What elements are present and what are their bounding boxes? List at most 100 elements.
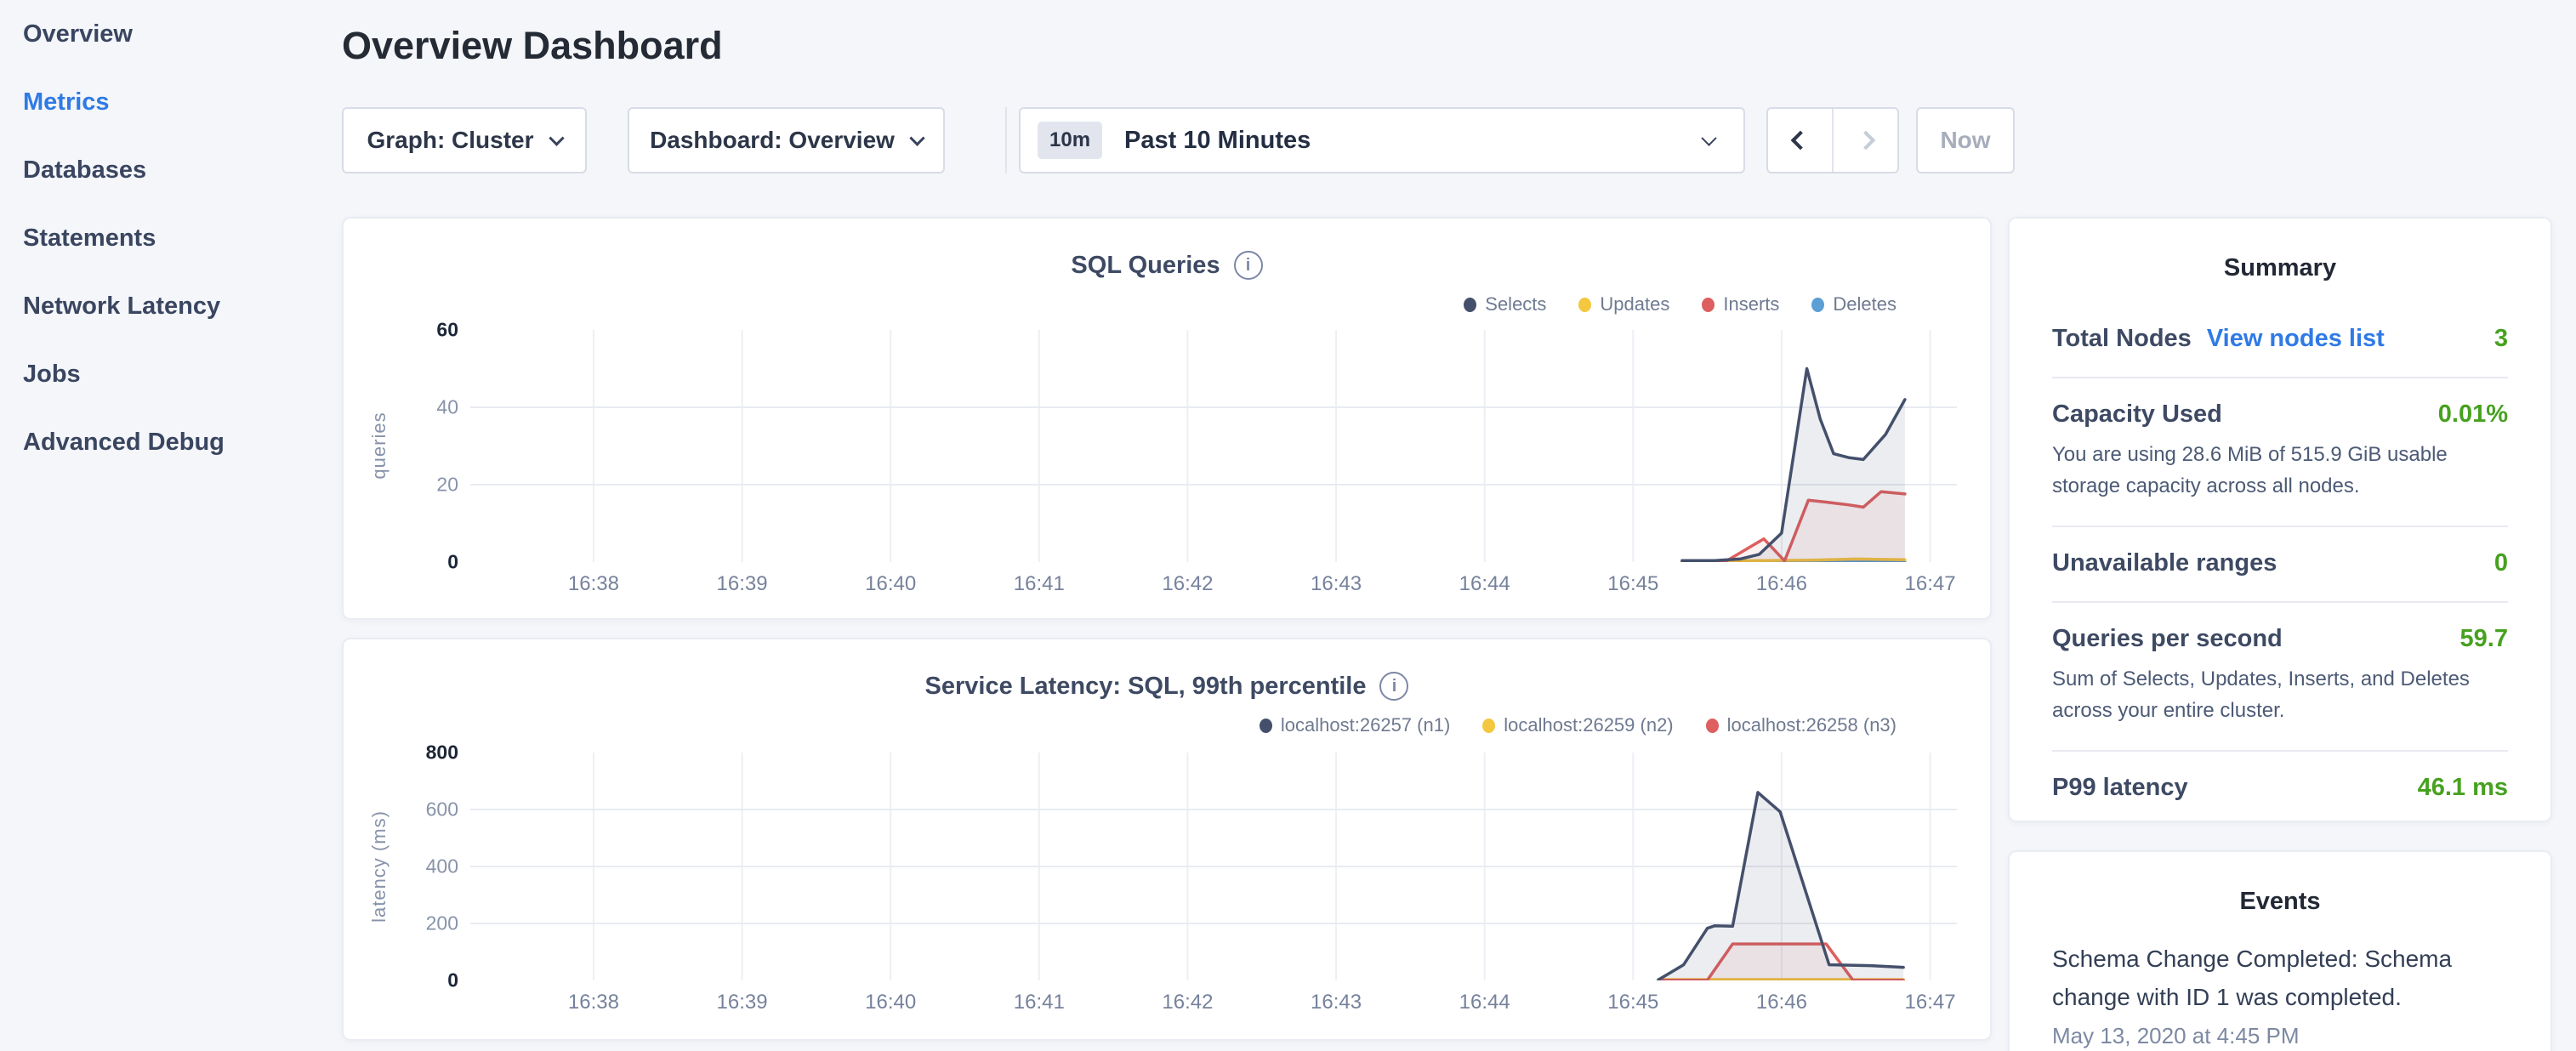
summary-rows: Total Nodes View nodes list 3 Capacity Used… — [2010, 282, 2550, 826]
sidebar-item-advanced-debug[interactable]: Advanced Debug — [0, 408, 340, 476]
chart-title: SQL Queries — [1071, 252, 1220, 280]
summary-title: Summary — [2010, 219, 2550, 282]
summary-row-p99-latency: P99 latency46.1 ms — [2052, 750, 2508, 826]
y-axis-tick: 400 — [344, 855, 458, 878]
x-axis-tick: 16:41 — [1014, 991, 1065, 1014]
legend-dot-icon — [1482, 719, 1495, 733]
legend-dot-icon — [1706, 719, 1719, 733]
events-title: Events — [2010, 852, 2550, 916]
chevron-right-icon — [1856, 131, 1875, 151]
time-range-dropdown[interactable]: 10m Past 10 Minutes — [1019, 107, 1745, 173]
event-text: Schema Change Completed: Schema change w… — [2052, 940, 2508, 1016]
now-button[interactable]: Now — [1916, 107, 2015, 173]
graph-dropdown-label: Graph: Cluster — [367, 127, 533, 154]
x-axis-tick: 16:38 — [568, 572, 619, 596]
x-axis-tick: 16:39 — [717, 991, 768, 1014]
plot-area[interactable] — [470, 330, 1957, 562]
y-axis-ticks: 0204060 — [344, 330, 458, 562]
x-axis-tick: 16:47 — [1905, 991, 1956, 1014]
x-axis-tick: 16:39 — [717, 572, 768, 596]
sidebar-nav: OverviewMetricsDatabasesStatementsNetwor… — [0, 0, 340, 1051]
summary-row-value: 46.1 ms — [2418, 774, 2508, 802]
x-axis-tick: 16:38 — [568, 991, 619, 1014]
dashboard-dropdown[interactable]: Dashboard: Overview — [628, 107, 945, 173]
y-axis-tick: 20 — [344, 474, 458, 497]
x-axis-tick: 16:46 — [1756, 991, 1807, 1014]
x-axis-tick: 16:41 — [1014, 572, 1065, 596]
legend-dot-icon — [1578, 298, 1591, 312]
x-axis-tick: 16:44 — [1459, 991, 1510, 1014]
summary-row-description: You are using 28.6 MiB of 515.9 GiB usab… — [2052, 439, 2508, 502]
chevron-down-icon — [549, 130, 564, 145]
y-axis-tick: 600 — [344, 798, 458, 821]
sidebar-item-network-latency[interactable]: Network Latency — [0, 272, 340, 340]
sidebar-item-jobs[interactable]: Jobs — [0, 340, 340, 408]
y-axis-tick: 0 — [344, 969, 458, 992]
x-axis-tick: 16:43 — [1311, 991, 1362, 1014]
plot-area[interactable] — [470, 753, 1957, 980]
x-axis-ticks: 16:3816:3916:4016:4116:4216:4316:4416:45… — [470, 991, 1957, 1020]
legend-dot-icon — [1811, 298, 1824, 312]
chart-legend: localhost:26257 (n1) localhost:26259 (n2)… — [1260, 714, 1896, 736]
sidebar-item-metrics[interactable]: Metrics — [0, 68, 340, 136]
legend-dot-icon — [1260, 719, 1272, 733]
x-axis-tick: 16:42 — [1162, 991, 1213, 1014]
sidebar-item-statements[interactable]: Statements — [0, 204, 340, 272]
service-latency-chart-card: Service Latency: SQL, 99th percentile i … — [342, 638, 1992, 1041]
view-nodes-list-link[interactable]: View nodes list — [2207, 325, 2385, 353]
sidebar-item-overview[interactable]: Overview — [0, 0, 340, 68]
graph-dropdown[interactable]: Graph: Cluster — [342, 107, 587, 173]
summary-row-value: 59.7 — [2460, 625, 2508, 653]
x-axis-ticks: 16:38 16:39 16:40 16:41 16:42 16:43 16:44 16:45… — [470, 572, 1957, 601]
dashboard-dropdown-label: Dashboard: Overview — [650, 127, 895, 154]
summary-row-queries-per-second: Queries per second59.7Sum of Selects, Up… — [2052, 601, 2508, 750]
summary-row-label: Queries per second — [2052, 625, 2283, 653]
chart-legend: SelectsUpdatesInsertsDeletes — [1464, 293, 1896, 315]
info-icon[interactable]: i — [1379, 672, 1408, 701]
legend-item-updates: Updates — [1578, 293, 1669, 315]
chart-title-row: Service Latency: SQL, 99th percentile i — [344, 672, 1990, 701]
summary-row-label: Unavailable ranges — [2052, 549, 2277, 577]
summary-row-value: 0 — [2494, 549, 2508, 577]
time-prev-button[interactable] — [1768, 109, 1832, 172]
chevron-down-icon — [1701, 130, 1716, 145]
y-axis-tick: 0 — [344, 551, 458, 574]
y-axis-tick: 200 — [344, 912, 458, 935]
legend-label: Deletes — [1833, 293, 1896, 315]
summary-row-label: Capacity Used — [2052, 401, 2222, 429]
events-list: Schema Change Completed: Schema change w… — [2010, 916, 2550, 1049]
x-axis-tick: 16:42 — [1162, 572, 1213, 596]
y-axis-tick: 800 — [344, 741, 458, 764]
x-axis-tick: 16:45 — [1607, 572, 1658, 596]
time-range-label: Past 10 Minutes — [1124, 127, 1311, 155]
legend-item-localhost-26257-n1: localhost:26257 (n1) — [1260, 714, 1450, 736]
legend-label: Updates — [1600, 293, 1669, 315]
sql-queries-chart-card: SQL Queries i SelectsUpdatesInsertsDelet… — [342, 217, 1992, 620]
summary-row-value: 0.01% — [2438, 401, 2508, 429]
chevron-down-icon — [909, 130, 924, 145]
events-panel: Events Schema Change Completed: Schema c… — [2008, 850, 2552, 1051]
summary-row-label: Total Nodes — [2052, 325, 2192, 353]
chart-title-row: SQL Queries i — [344, 251, 1990, 280]
time-range-badge: 10m — [1038, 122, 1102, 159]
legend-item-deletes: Deletes — [1811, 293, 1896, 315]
legend-label: localhost:26259 (n2) — [1504, 714, 1673, 736]
summary-row-unavailable-ranges: Unavailable ranges 0 — [2052, 526, 2508, 601]
summary-row-total-nodes: Total Nodes View nodes list 3 — [2052, 303, 2508, 377]
x-axis-tick: 16:43 — [1311, 572, 1362, 596]
summary-row-value: 3 — [2494, 325, 2508, 353]
x-axis-tick: 16:44 — [1459, 572, 1510, 596]
legend-item-selects: Selects — [1464, 293, 1546, 315]
x-axis-tick: 16:46 — [1756, 572, 1807, 596]
time-next-button[interactable] — [1832, 109, 1897, 172]
summary-panel: Summary Total Nodes View nodes list 3 Capac… — [2008, 217, 2552, 822]
chevron-left-icon — [1790, 131, 1810, 151]
event-timestamp: May 13, 2020 at 4:45 PM — [2052, 1023, 2508, 1049]
time-step-buttons — [1766, 107, 1899, 173]
legend-item-localhost-26259-n2: localhost:26259 (n2) — [1482, 714, 1673, 736]
admin-ui: OverviewMetricsDatabasesStatementsNetwor… — [0, 0, 2576, 1051]
sidebar-item-databases[interactable]: Databases — [0, 136, 340, 204]
x-axis-tick: 16:40 — [865, 572, 916, 596]
info-icon[interactable]: i — [1234, 251, 1263, 280]
event-item: Schema Change Completed: Schema change w… — [2052, 940, 2508, 1049]
